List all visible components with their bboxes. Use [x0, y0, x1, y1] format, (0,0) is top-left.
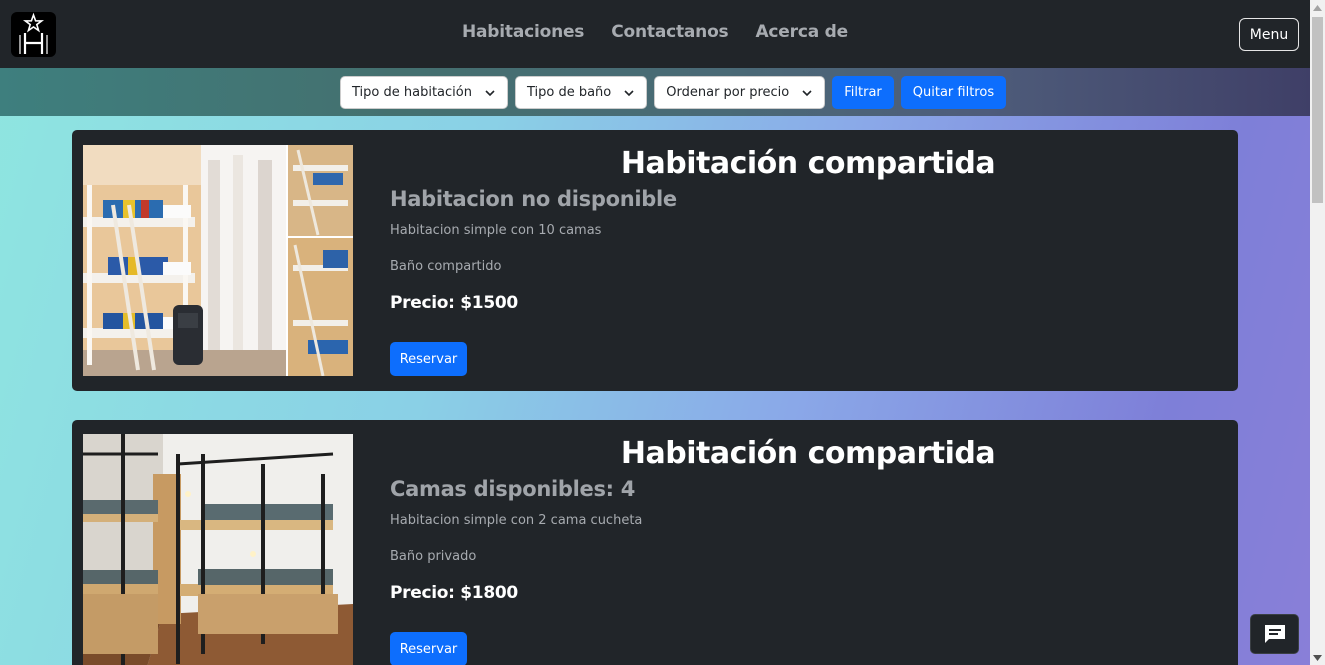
- chat-icon: [1264, 625, 1285, 643]
- room-bath: Baño compartido: [390, 259, 502, 274]
- reserve-button[interactable]: Reservar: [390, 342, 467, 376]
- nav-links: Habitaciones Contactanos Acerca de: [0, 22, 1310, 42]
- filter-button[interactable]: Filtrar: [832, 76, 894, 109]
- room-photo: [83, 434, 353, 665]
- filter-bar: Tipo de habitación Tipo de baño Ordenar …: [0, 68, 1310, 116]
- chevron-down-icon: [802, 89, 812, 96]
- room-price: Precio: $1500: [390, 293, 518, 313]
- room-price: Precio: $1800: [390, 583, 518, 603]
- room-availability: Camas disponibles: 4: [390, 477, 636, 501]
- chevron-down-icon: [485, 89, 495, 96]
- room-card: Habitación compartida Camas disponibles:…: [72, 420, 1238, 665]
- scroll-down-icon[interactable]: [1310, 650, 1325, 665]
- room-title: Habitación compartida: [620, 146, 996, 181]
- scroll-thumb[interactable]: [1312, 17, 1323, 203]
- room-availability: Habitacion no disponible: [390, 187, 677, 211]
- room-description: Habitacion simple con 2 cama cucheta: [390, 513, 643, 528]
- room-title: Habitación compartida: [620, 436, 996, 471]
- clear-filters-button[interactable]: Quitar filtros: [900, 76, 1007, 109]
- menu-button[interactable]: Menu: [1239, 18, 1299, 51]
- room-type-select[interactable]: Tipo de habitación: [340, 76, 508, 109]
- nav-link-contactanos[interactable]: Contactanos: [611, 22, 728, 42]
- nav-link-habitaciones[interactable]: Habitaciones: [462, 22, 584, 42]
- nav-link-acerca-de[interactable]: Acerca de: [755, 22, 848, 42]
- room-type-select-label: Tipo de habitación: [352, 85, 472, 100]
- page-scrollbar[interactable]: [1310, 0, 1325, 665]
- room-card: Habitación compartida Habitacion no disp…: [72, 130, 1238, 391]
- chat-button[interactable]: [1250, 614, 1299, 654]
- room-bath: Baño privado: [390, 549, 477, 564]
- top-navbar: Habitaciones Contactanos Acerca de Menu: [0, 0, 1310, 68]
- room-photo: [83, 145, 353, 376]
- filters-group: Tipo de habitación Tipo de baño Ordenar …: [340, 76, 1007, 109]
- scroll-up-icon[interactable]: [1310, 0, 1325, 15]
- sort-price-select-label: Ordenar por precio: [666, 85, 790, 100]
- chevron-down-icon: [624, 89, 634, 96]
- room-description: Habitacion simple con 10 camas: [390, 223, 602, 238]
- bath-type-select-label: Tipo de baño: [526, 85, 612, 100]
- reserve-button[interactable]: Reservar: [390, 632, 467, 665]
- sort-price-select[interactable]: Ordenar por precio: [654, 76, 826, 109]
- bath-type-select[interactable]: Tipo de baño: [514, 76, 648, 109]
